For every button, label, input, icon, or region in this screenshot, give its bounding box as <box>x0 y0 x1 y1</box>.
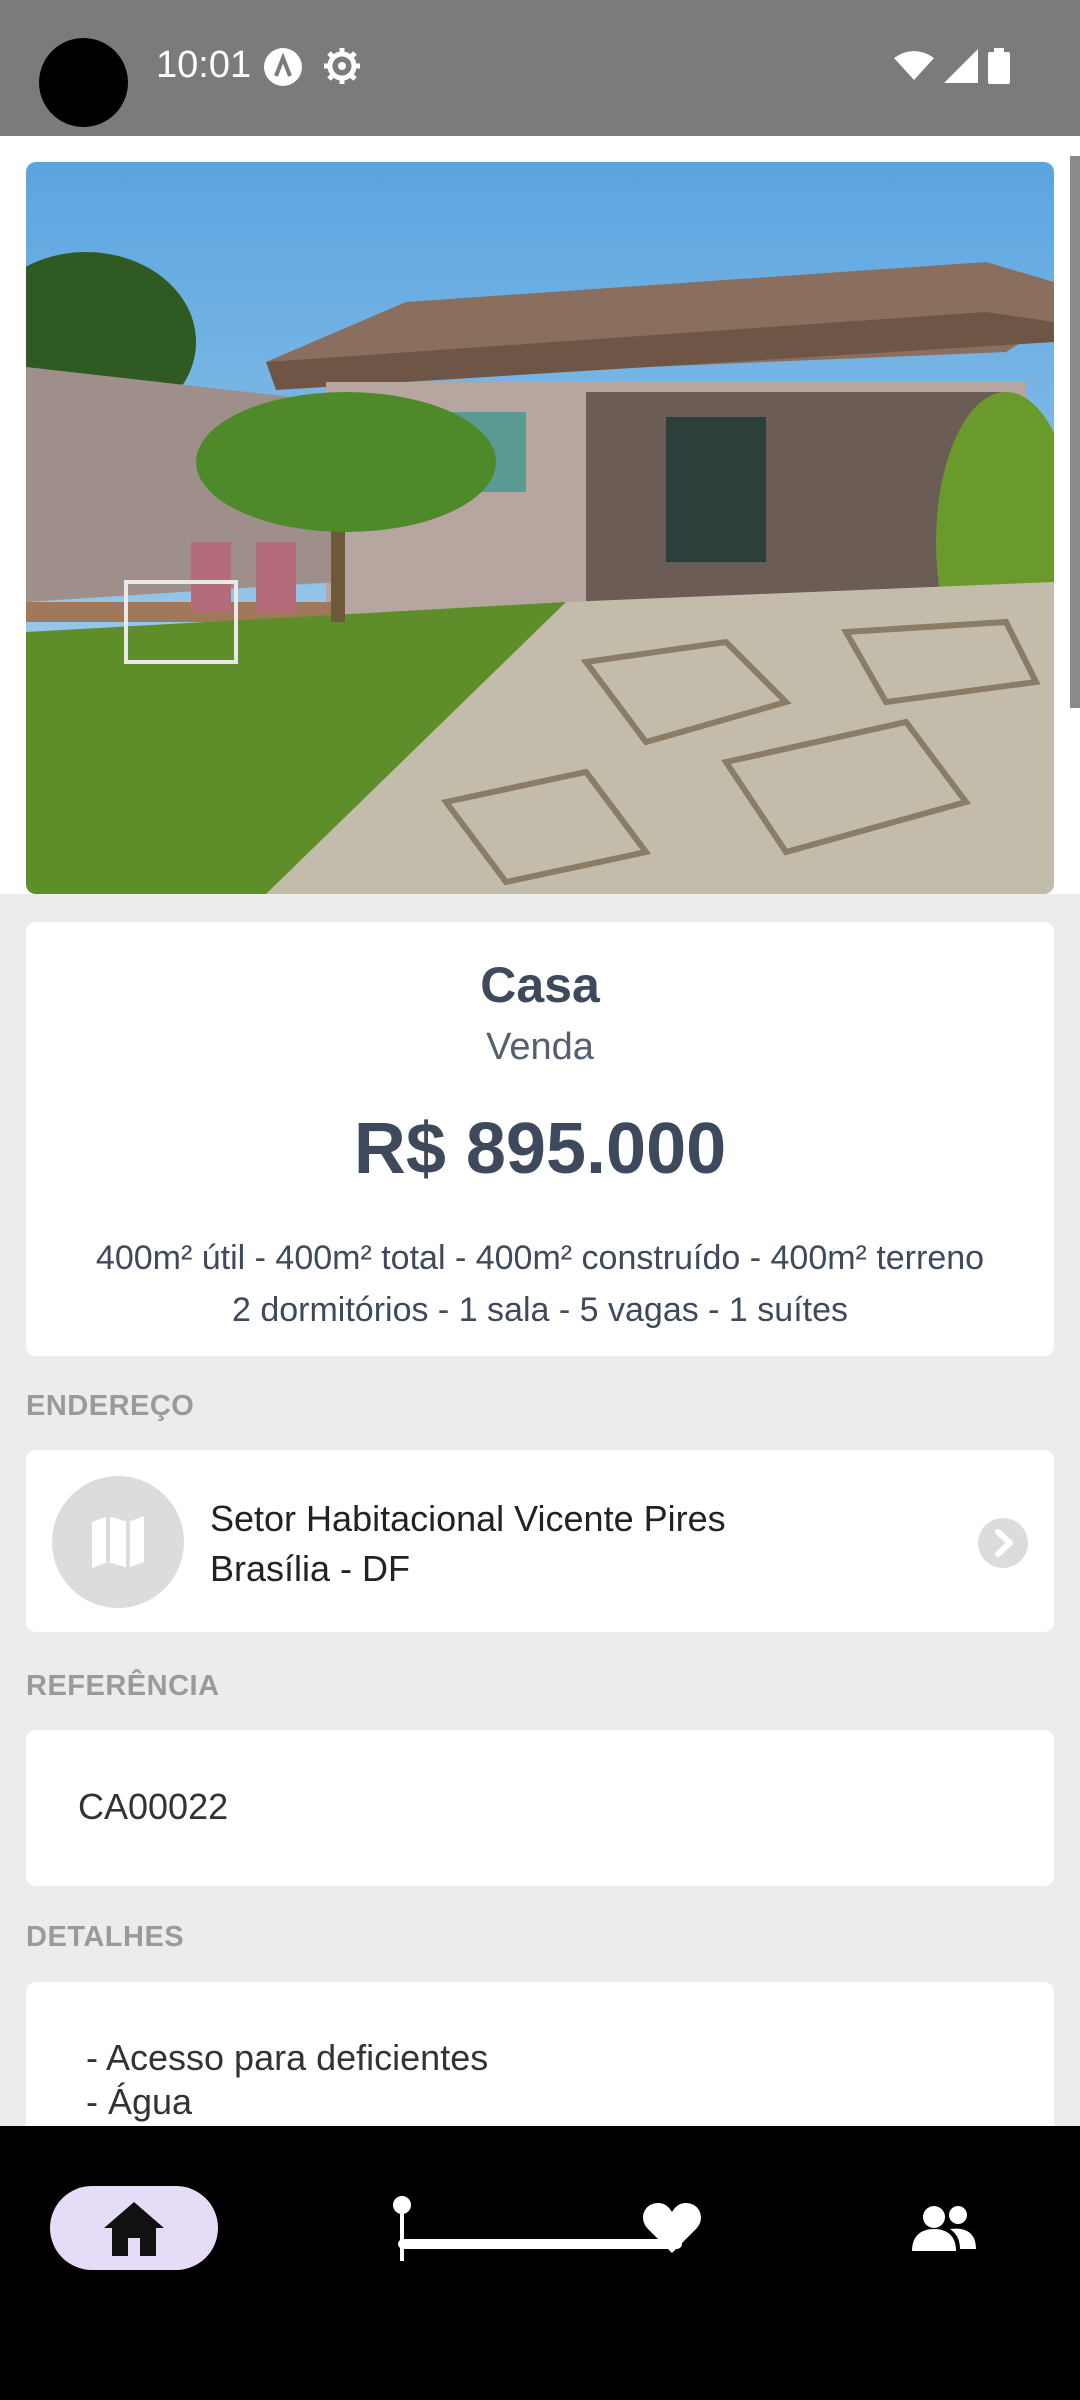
status-time: 10:01 <box>156 44 252 86</box>
camera-cutout <box>39 38 128 127</box>
details-list: - Acesso para deficientes - Água <box>86 2036 488 2124</box>
listing-specs: 400m² útil - 400m² total - 400m² constru… <box>26 1232 1054 1336</box>
bottom-navigation <box>0 2126 1080 2400</box>
reference-section-label: REFERÊNCIA <box>26 1670 220 1702</box>
people-icon <box>912 2206 976 2251</box>
home-icon <box>104 2202 164 2256</box>
property-type-title: Casa <box>480 957 600 1013</box>
details-card: - Acesso para deficientes - Água <box>26 1982 1054 2126</box>
chevron-right-icon[interactable] <box>978 1518 1028 1568</box>
nav-map-button[interactable] <box>318 2186 486 2270</box>
listing-transaction-type: Venda <box>486 1026 594 1068</box>
address-card[interactable]: Setor Habitacional Vicente Pires Brasíli… <box>26 1450 1054 1632</box>
signal-icon <box>944 49 978 83</box>
pin-icon <box>393 2196 411 2261</box>
battery-icon <box>988 48 1010 84</box>
specs-rooms-line: 2 dormitórios - 1 sala - 5 vagas - 1 suí… <box>231 1291 849 1329</box>
status-right-icons <box>894 48 1010 84</box>
status-bar: 10:01 <box>0 0 1080 136</box>
address-line2: Brasília - DF <box>210 1548 411 1589</box>
app-notification-icon <box>264 48 302 86</box>
reference-code: CA00022 <box>78 1786 229 1827</box>
hero-section <box>0 136 1080 894</box>
nav-favorites-button[interactable] <box>588 2186 756 2270</box>
listing-price: R$ 895.000 <box>353 1109 727 1189</box>
nav-home-button[interactable] <box>50 2186 218 2270</box>
property-photo[interactable] <box>26 162 1054 894</box>
settings-gear-icon <box>324 48 360 84</box>
scroll-indicator[interactable] <box>1070 156 1080 708</box>
address-line1: Setor Habitacional Vicente Pires <box>210 1498 726 1539</box>
details-section-label: DETALHES <box>26 1921 185 1953</box>
details-item: - Acesso para deficientes <box>86 2037 489 2078</box>
house-photo-illustration <box>26 162 1054 894</box>
reference-card: CA00022 <box>26 1730 1054 1886</box>
nav-contacts-button[interactable] <box>860 2186 1028 2270</box>
listing-summary-card: Casa Venda R$ 895.000 400m² útil - 400m²… <box>26 922 1054 1356</box>
details-item: - Água <box>86 2081 193 2122</box>
address-text: Setor Habitacional Vicente Pires Brasíli… <box>210 1494 726 1594</box>
gesture-handle[interactable] <box>398 2239 682 2249</box>
specs-area-line: 400m² útil - 400m² total - 400m² constru… <box>95 1239 985 1277</box>
wifi-icon <box>894 51 934 80</box>
address-section-label: ENDEREÇO <box>26 1390 195 1422</box>
map-icon <box>52 1476 184 1608</box>
